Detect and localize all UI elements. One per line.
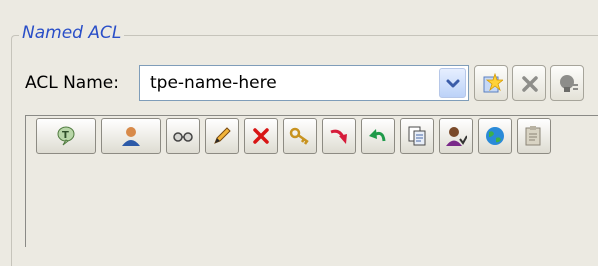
delete-acl-button[interactable] (512, 65, 546, 101)
copy-button[interactable] (400, 118, 434, 154)
group-title: Named ACL (19, 23, 125, 43)
acl-name-label: ACL Name: (25, 73, 119, 93)
user-permission-icon (446, 127, 467, 146)
add-text-token-button[interactable]: T (36, 118, 96, 154)
redo-button[interactable] (322, 118, 356, 154)
acl-name-combobox[interactable]: tpe-name-here (139, 65, 469, 101)
key-icon (289, 127, 309, 145)
lightbulb-icon (560, 75, 578, 92)
glasses-icon (173, 132, 193, 142)
edit-button[interactable] (205, 118, 239, 154)
svg-text:T: T (62, 130, 69, 141)
undo-arrow-icon (369, 129, 386, 142)
user-button[interactable] (101, 118, 161, 154)
user-permission-button[interactable] (439, 118, 473, 154)
clipboard-button[interactable] (517, 118, 551, 154)
view-button[interactable] (166, 118, 200, 154)
new-acl-button[interactable] (474, 65, 508, 101)
delete-x-icon (522, 76, 538, 92)
redo-arrow-icon (330, 129, 347, 144)
undo-button[interactable] (361, 118, 395, 154)
pencil-icon (214, 127, 231, 144)
new-star-icon (483, 73, 503, 93)
chevron-down-icon (446, 79, 460, 88)
globe-icon (486, 127, 504, 145)
globe-button[interactable] (478, 118, 512, 154)
red-x-icon (253, 128, 269, 144)
clipboard-icon (525, 126, 541, 146)
acl-properties-button[interactable] (550, 65, 584, 101)
acl-name-value: tpe-name-here (150, 73, 277, 93)
remove-button[interactable] (244, 118, 278, 154)
dropdown-button[interactable] (439, 68, 466, 98)
text-token-icon: T (57, 126, 75, 146)
user-icon (122, 127, 140, 146)
copy-icon (408, 126, 426, 146)
key-button[interactable] (283, 118, 317, 154)
